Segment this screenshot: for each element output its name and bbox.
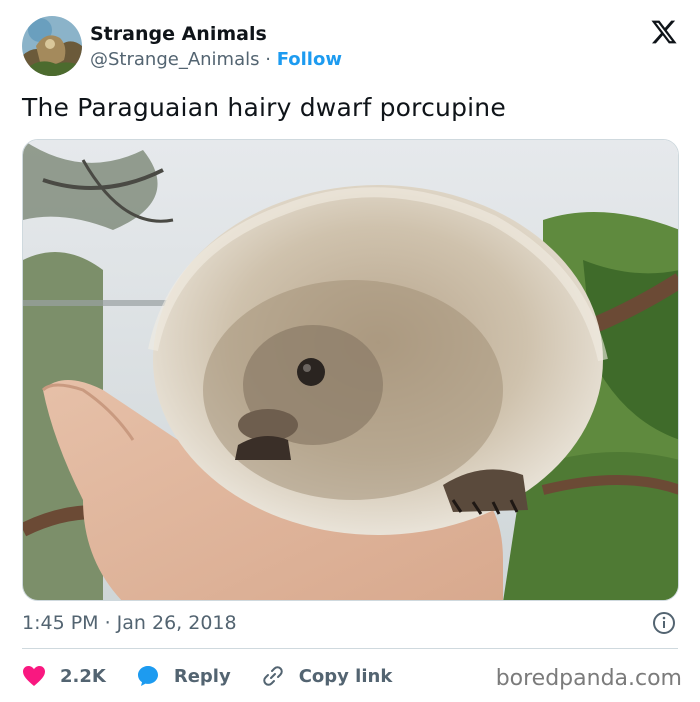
watermark: boredpanda.com (495, 666, 682, 691)
reply-button[interactable]: Reply (136, 664, 231, 688)
copy-link-label: Copy link (298, 665, 393, 687)
link-icon (262, 666, 283, 686)
like-count: 2.2K (60, 665, 106, 687)
tweet-timestamp[interactable]: 1:45 PM · Jan 26, 2018 (22, 612, 237, 634)
x-logo-icon[interactable] (650, 18, 678, 46)
action-bar: 2.2K Reply Copy link (22, 660, 422, 692)
info-icon[interactable] (652, 611, 676, 635)
tweet-photo[interactable] (22, 139, 679, 601)
author-handle-row: @Strange_Animals · Follow (90, 49, 342, 70)
heart-icon (23, 666, 45, 686)
tweet-card: Strange Animals @Strange_Animals · Follo… (0, 0, 700, 702)
like-button[interactable]: 2.2K (22, 665, 106, 687)
author-handle[interactable]: @Strange_Animals (90, 49, 260, 70)
avatar[interactable] (22, 16, 82, 76)
tweet-text: The Paraguaian hairy dwarf porcupine (22, 93, 506, 122)
separator-dot: · (265, 49, 277, 70)
speech-bubble-icon (137, 666, 158, 686)
copy-link-button[interactable]: Copy link (261, 664, 393, 688)
divider (22, 648, 678, 649)
author-name[interactable]: Strange Animals (90, 23, 267, 45)
reply-label: Reply (173, 665, 231, 687)
follow-button[interactable]: Follow (277, 49, 342, 70)
